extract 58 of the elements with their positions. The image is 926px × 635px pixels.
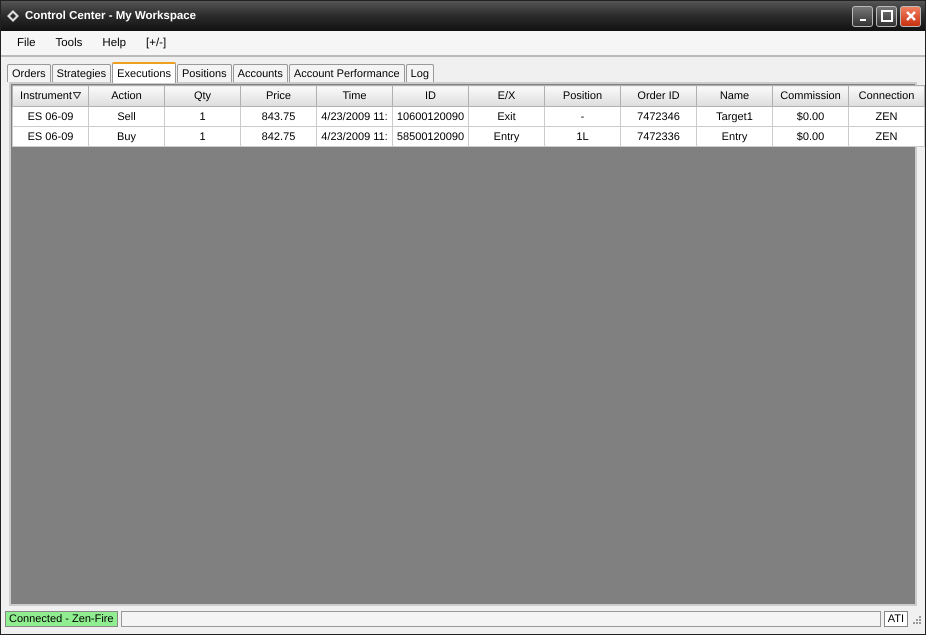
table-cell: Target1	[696, 106, 772, 126]
column-header[interactable]: Qty	[164, 86, 240, 106]
menu-item[interactable]: Tools	[48, 35, 90, 51]
table-cell: 1	[164, 126, 240, 146]
diamond-icon	[7, 10, 19, 22]
table-cell: ZEN	[848, 126, 924, 146]
menu-item[interactable]: [+/-]	[138, 35, 174, 51]
table-cell: 1	[164, 106, 240, 126]
table-cell: 4/23/2009 11:	[316, 106, 392, 126]
connection-status: Connected - Zen-Fire	[5, 611, 118, 627]
column-header[interactable]: Order ID	[620, 86, 696, 106]
table-cell: 843.75	[240, 106, 316, 126]
column-header[interactable]: Action	[88, 86, 164, 106]
minimize-button[interactable]	[852, 6, 873, 26]
minimize-icon	[860, 19, 866, 21]
maximize-icon	[880, 10, 892, 22]
tab[interactable]: Strategies	[52, 64, 112, 82]
menu-item[interactable]: Help	[94, 35, 134, 51]
table-cell: Entry	[468, 126, 544, 146]
account-label: ATI	[884, 611, 908, 627]
table-cell: Sell	[88, 106, 164, 126]
maximize-button[interactable]	[876, 6, 897, 26]
tab[interactable]: Executions	[112, 62, 176, 83]
table-cell: Exit	[468, 106, 544, 126]
table-cell: 10600120090	[392, 106, 468, 126]
tab[interactable]: Accounts	[232, 64, 288, 82]
column-header[interactable]: Commission	[772, 86, 848, 106]
tab[interactable]: Positions	[176, 64, 232, 82]
table-cell: $0.00	[772, 126, 848, 146]
menu-item[interactable]: File	[9, 35, 44, 51]
table-cell: Entry	[696, 126, 772, 146]
table-cell: 1L	[544, 126, 620, 146]
tab[interactable]: Log	[406, 64, 434, 82]
column-header[interactable]: Instrument	[12, 86, 88, 106]
resize-grip-icon	[911, 614, 921, 624]
table-cell: 842.75	[240, 126, 316, 146]
table-cell: 7472346	[620, 106, 696, 126]
window-title: Control Center - My Workspace	[25, 10, 198, 22]
column-header[interactable]: Name	[696, 86, 772, 106]
table-cell: ES 06-09	[12, 106, 88, 126]
tab[interactable]: Account Performance	[288, 64, 405, 82]
column-header[interactable]: Position	[544, 86, 620, 106]
table-cell: -	[544, 106, 620, 126]
tab[interactable]: Orders	[7, 64, 51, 82]
table-cell: ZEN	[848, 106, 924, 126]
table-cell: ES 06-09	[12, 126, 88, 146]
close-icon	[904, 10, 916, 22]
column-header[interactable]: Price	[240, 86, 316, 106]
table-cell: $0.00	[772, 106, 848, 126]
table-cell: 4/23/2009 11:	[316, 126, 392, 146]
close-button[interactable]	[900, 6, 921, 26]
column-header[interactable]: Connection	[848, 86, 924, 106]
column-header[interactable]: Time	[316, 86, 392, 106]
table-cell: Buy	[88, 126, 164, 146]
column-header[interactable]: E/X	[468, 86, 544, 106]
column-header[interactable]: ID	[392, 86, 468, 106]
table-cell: 7472336	[620, 126, 696, 146]
table-cell: 58500120090	[392, 126, 468, 146]
